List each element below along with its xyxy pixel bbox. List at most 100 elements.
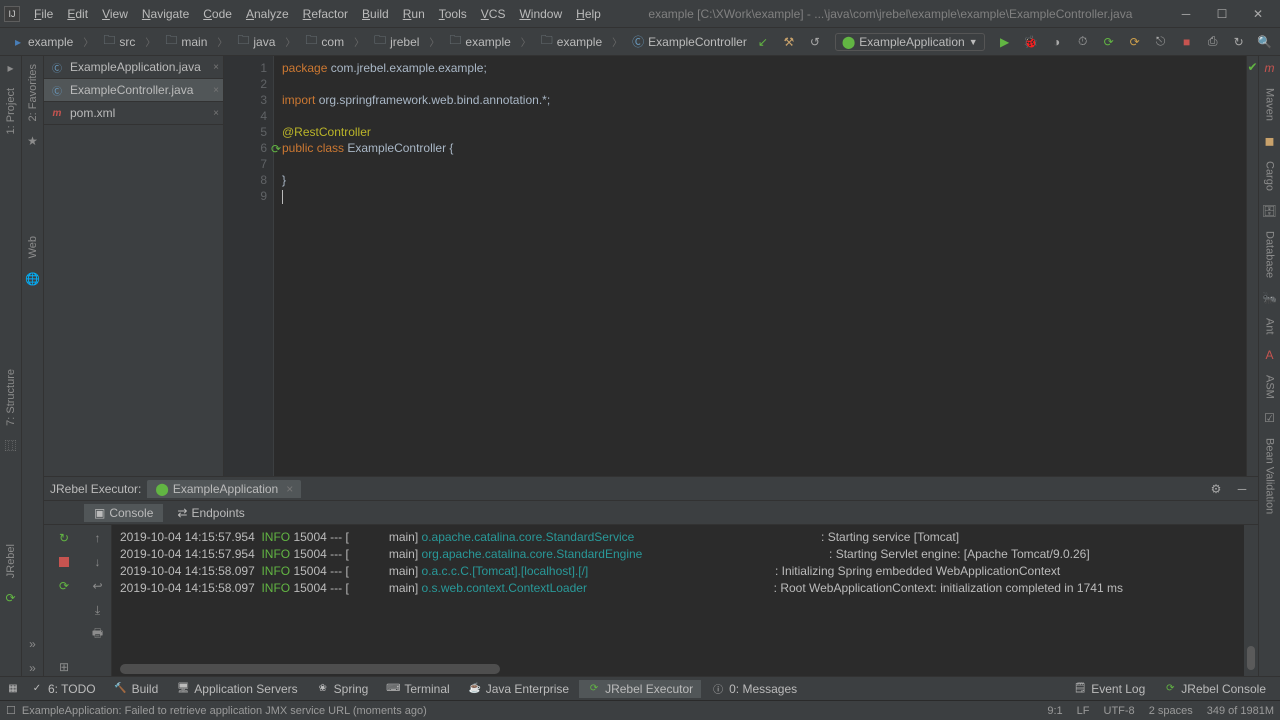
- hammer-icon[interactable]: ⚒: [779, 32, 799, 52]
- bottom-tab-build[interactable]: 🔨Build: [106, 680, 167, 698]
- web-icon[interactable]: 🌐: [25, 271, 41, 287]
- stop-button[interactable]: ■: [1177, 32, 1197, 52]
- log-line[interactable]: 2019-10-04 14:15:57.954 INFO 15004 --- […: [120, 546, 1236, 563]
- bottom-tab-terminal[interactable]: ⌨Terminal: [378, 680, 457, 698]
- maximize-button[interactable]: ☐: [1210, 5, 1234, 23]
- favorites-tool-button[interactable]: 2: Favorites: [27, 60, 39, 125]
- jrebel-tool-button[interactable]: JRebel: [5, 540, 17, 582]
- menu-build[interactable]: Build: [356, 5, 395, 23]
- search-icon[interactable]: 🔍: [1255, 32, 1275, 52]
- bottom-tab-event-log[interactable]: 🗒Event Log: [1065, 680, 1153, 698]
- menu-refactor[interactable]: Refactor: [297, 5, 354, 23]
- jrebel-run-icon[interactable]: ⟳: [1099, 32, 1119, 52]
- breadcrumb-java[interactable]: 🗀java: [231, 33, 281, 51]
- breadcrumb-examplecontroller[interactable]: ⒸExampleController: [626, 33, 753, 51]
- bottom-tab-0-messages[interactable]: ⓘ0: Messages: [703, 680, 805, 698]
- code-line[interactable]: }: [282, 172, 1238, 188]
- breadcrumb-example[interactable]: ▸example: [6, 33, 79, 51]
- up-icon[interactable]: ↑: [89, 529, 107, 547]
- stop-icon[interactable]: [55, 553, 73, 571]
- code-line[interactable]: [282, 76, 1238, 92]
- bottom-tab-application-servers[interactable]: 🖥Application Servers: [168, 680, 305, 698]
- web-tool-button[interactable]: Web: [27, 232, 39, 262]
- menu-vcs[interactable]: VCS: [475, 5, 512, 23]
- breadcrumb-example[interactable]: 🗀example: [443, 33, 516, 51]
- code-line[interactable]: @RestController: [282, 124, 1238, 140]
- window-icon[interactable]: ▦: [6, 682, 20, 696]
- layout-icon[interactable]: ⊞: [55, 658, 73, 676]
- rerun-icon[interactable]: ↻: [55, 529, 73, 547]
- coverage-icon[interactable]: ◑: [1047, 32, 1067, 52]
- jrebel-rerun-icon[interactable]: ⟳: [55, 577, 73, 595]
- close-icon[interactable]: ×: [213, 85, 219, 96]
- expand-icon-2[interactable]: »: [25, 660, 41, 676]
- maven-tool-button[interactable]: Maven: [1264, 84, 1276, 125]
- memory[interactable]: 349 of 1981M: [1207, 705, 1274, 717]
- file-tab-pom-xml[interactable]: mpom.xml×: [44, 102, 223, 125]
- file-tab-examplecontroller-java[interactable]: ⒸExampleController.java×: [44, 79, 223, 102]
- bottom-tab-jrebel-console[interactable]: ⟳JRebel Console: [1155, 680, 1274, 698]
- wrap-icon[interactable]: ↩: [89, 577, 107, 595]
- expand-icon[interactable]: »: [25, 636, 41, 652]
- code-line[interactable]: [282, 156, 1238, 172]
- menu-tools[interactable]: Tools: [433, 5, 473, 23]
- menu-navigate[interactable]: Navigate: [136, 5, 195, 23]
- breadcrumb-main[interactable]: 🗀main: [159, 33, 213, 51]
- code-line[interactable]: [282, 188, 1238, 204]
- jrebel-strip-icon[interactable]: ⟳: [3, 590, 19, 606]
- menu-window[interactable]: Window: [513, 5, 568, 23]
- console-hscroll[interactable]: [120, 664, 500, 674]
- maven-icon[interactable]: m: [1262, 60, 1278, 76]
- bottom-tab-jrebel-executor[interactable]: ⟳JRebel Executor: [579, 680, 701, 698]
- cargo-icon[interactable]: ◼: [1262, 133, 1278, 149]
- log-line[interactable]: 2019-10-04 14:15:58.097 INFO 15004 --- […: [120, 580, 1236, 597]
- code[interactable]: package com.jrebel.example.example; impor…: [274, 56, 1246, 476]
- run-config-dropdown[interactable]: ⬤ ExampleApplication ▼: [835, 33, 985, 51]
- file-tab-exampleapplication-java[interactable]: ⒸExampleApplication.java×: [44, 56, 223, 79]
- asm-tool-button[interactable]: ASM: [1264, 371, 1276, 403]
- scrollbar-thumb[interactable]: [1247, 646, 1255, 670]
- structure-icon[interactable]: ⿲: [3, 438, 19, 454]
- down-icon[interactable]: ↓: [89, 553, 107, 571]
- ant-tool-button[interactable]: Ant: [1264, 314, 1276, 339]
- asm-icon[interactable]: A: [1262, 347, 1278, 363]
- jrebel-debug-icon[interactable]: ⟳: [1125, 32, 1145, 52]
- encoding[interactable]: UTF-8: [1104, 705, 1135, 717]
- code-line[interactable]: package com.jrebel.example.example;: [282, 60, 1238, 76]
- bean-icon[interactable]: ☑: [1262, 410, 1278, 426]
- console-output[interactable]: 2019-10-04 14:15:57.954 INFO 15004 --- […: [112, 525, 1244, 676]
- profile-icon[interactable]: ⏱: [1073, 32, 1093, 52]
- collapse-icon[interactable]: ▸: [3, 60, 19, 76]
- menu-edit[interactable]: Edit: [61, 5, 94, 23]
- cargo-tool-button[interactable]: Cargo: [1264, 157, 1276, 195]
- run-button[interactable]: ▶: [995, 32, 1015, 52]
- menu-help[interactable]: Help: [570, 5, 607, 23]
- menu-view[interactable]: View: [96, 5, 134, 23]
- close-button[interactable]: ✕: [1246, 5, 1270, 23]
- executor-tab[interactable]: ⬤ ExampleApplication ×: [147, 480, 301, 498]
- git-icon[interactable]: ⎙: [1203, 32, 1223, 52]
- menu-analyze[interactable]: Analyze: [240, 5, 295, 23]
- console-tab[interactable]: ▣ Console: [84, 504, 163, 522]
- close-icon[interactable]: ×: [286, 482, 293, 496]
- menu-file[interactable]: File: [28, 5, 59, 23]
- breadcrumb-jrebel[interactable]: 🗀jrebel: [368, 33, 425, 51]
- code-line[interactable]: import org.springframework.web.bind.anno…: [282, 92, 1238, 108]
- print-icon[interactable]: 🖶: [89, 625, 107, 643]
- project-tool-button[interactable]: 1: Project: [5, 84, 17, 138]
- bean-tool-button[interactable]: Bean Validation: [1264, 434, 1276, 518]
- code-line[interactable]: public class ExampleController {: [282, 140, 1238, 156]
- debug-button[interactable]: 🐞: [1021, 32, 1041, 52]
- bottom-tab-java-enterprise[interactable]: ☕Java Enterprise: [460, 680, 577, 698]
- bottom-tab-6-todo[interactable]: ✓6: TODO: [22, 680, 104, 698]
- minimize-button[interactable]: ─: [1174, 5, 1198, 23]
- breadcrumb-src[interactable]: 🗀src: [97, 33, 141, 51]
- database-tool-button[interactable]: Database: [1264, 227, 1276, 282]
- update-icon[interactable]: ↻: [1229, 32, 1249, 52]
- scroll-icon[interactable]: ⤓: [89, 601, 107, 619]
- minimize-panel-icon[interactable]: ─: [1232, 479, 1252, 499]
- star-icon[interactable]: ★: [25, 133, 41, 149]
- gear-icon[interactable]: ⚙: [1206, 479, 1226, 499]
- console-scrollbar[interactable]: [1244, 525, 1258, 676]
- sync-icon[interactable]: ↺: [805, 32, 825, 52]
